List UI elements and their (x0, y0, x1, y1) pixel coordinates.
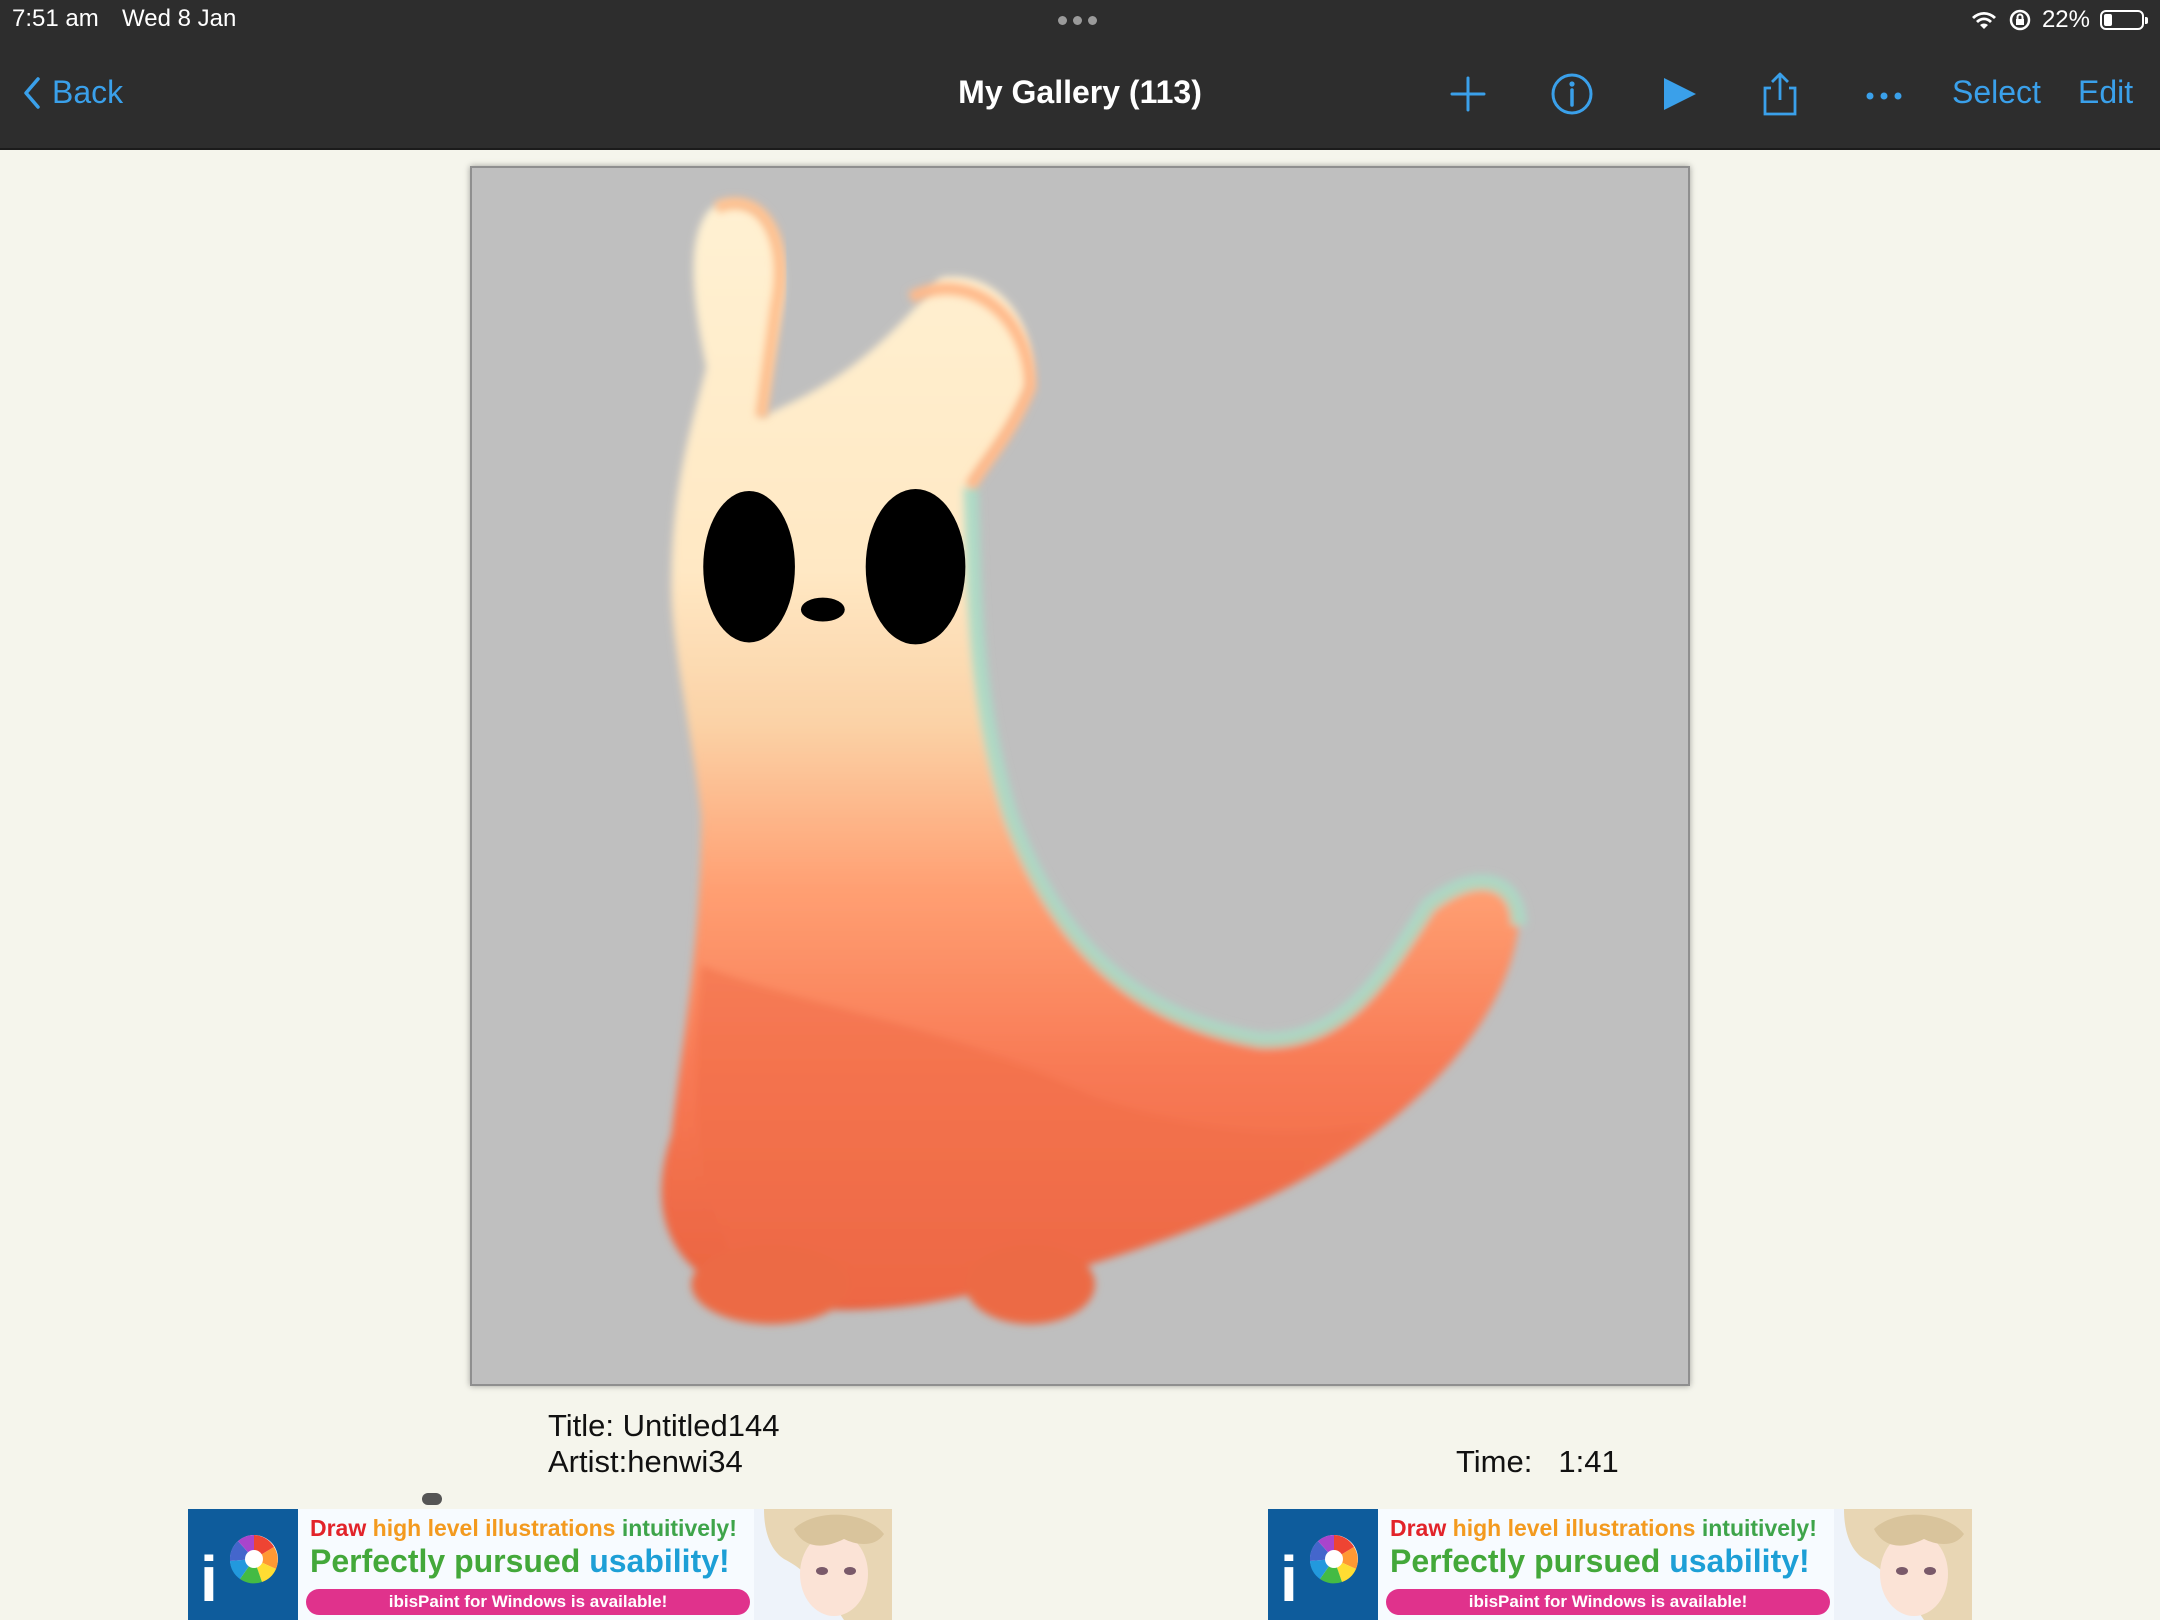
battery-icon (2100, 10, 2148, 30)
ad-banner[interactable]: i Draw high level illustrations intuitiv… (188, 1509, 892, 1620)
ad-headline: Draw high level illustrations intuitivel… (310, 1515, 737, 1541)
ibispaint-logo-icon: i (188, 1509, 298, 1620)
artwork-canvas[interactable] (470, 166, 1690, 1386)
play-icon[interactable] (1654, 70, 1702, 118)
ad-character-image (754, 1509, 892, 1620)
ad-banner[interactable]: i Draw high level illustrations intuitiv… (1268, 1509, 1972, 1620)
info-icon[interactable] (1548, 70, 1596, 118)
time-label: Time: (1456, 1444, 1533, 1479)
scroll-indicator (422, 1493, 442, 1505)
ad-headline: Draw high level illustrations intuitivel… (1390, 1515, 1817, 1541)
ibispaint-logo-icon: i (1268, 1509, 1378, 1620)
ad-subheadline: Perfectly pursued usability! (310, 1543, 730, 1579)
battery-percentage: 22% (2041, 6, 2090, 33)
status-date: Wed 8 Jan (122, 5, 237, 32)
more-icon[interactable] (1860, 70, 1908, 118)
status-time: 7:51 am (12, 5, 99, 32)
edit-button[interactable]: Edit (2078, 74, 2133, 111)
top-bar: 7:51 am Wed 8 Jan 22% Back My Gallery (1… (0, 0, 2160, 150)
select-button[interactable]: Select (1952, 74, 2041, 111)
ad-call-to-action: ibisPaint for Windows is available! (1386, 1589, 1830, 1615)
page-title: My Gallery (113) (958, 74, 1202, 110)
ad-subheadline: Perfectly pursued usability! (1390, 1543, 1810, 1579)
artwork-title: Title: Untitled144 (548, 1408, 780, 1443)
status-indicators: 22% (1960, 4, 2148, 36)
ad-character-image (1834, 1509, 1972, 1620)
time-value: 1:41 (1558, 1444, 1619, 1479)
add-icon[interactable] (1444, 70, 1492, 118)
creature-artwork-image (661, 197, 1527, 1325)
wifi-icon (1971, 12, 1996, 29)
multitasking-dots-icon[interactable] (1058, 12, 1103, 30)
orientation-lock-icon (2009, 9, 2031, 31)
artwork-artist: Artist:henwi34 (548, 1444, 743, 1479)
artwork-time: Time: 1:41 (1456, 1444, 1619, 1480)
share-icon[interactable] (1756, 70, 1804, 118)
ad-call-to-action: ibisPaint for Windows is available! (306, 1589, 750, 1615)
